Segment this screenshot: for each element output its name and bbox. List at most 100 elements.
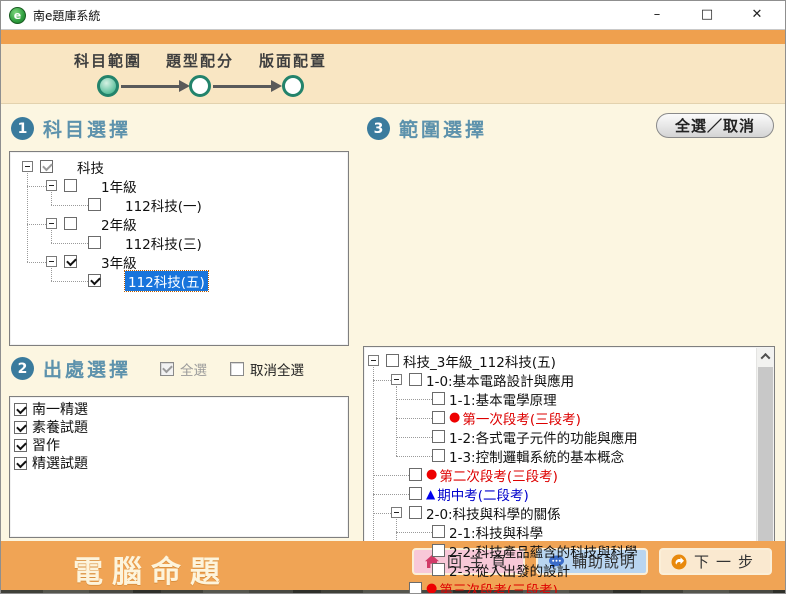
tree-node[interactable]: 科技_3年級_112科技(五) [364, 351, 774, 370]
checkbox[interactable] [432, 411, 445, 424]
minimize-button[interactable]: – [649, 1, 665, 29]
checkbox[interactable] [409, 582, 422, 594]
tree-node[interactable]: ●第三次段考(三段考) [364, 579, 774, 594]
checkbox[interactable] [432, 430, 445, 443]
tree-node-label[interactable]: 112科技(五) [125, 271, 208, 291]
close-button[interactable]: ✕ [749, 1, 765, 29]
checkbox[interactable] [409, 373, 422, 386]
checkbox[interactable] [88, 198, 101, 211]
checkbox[interactable] [432, 544, 445, 557]
tree-node-label[interactable]: 科技 [77, 157, 104, 177]
select-all-checkbox[interactable] [160, 362, 174, 376]
source-label[interactable]: 南一精選 [32, 399, 88, 419]
select-all-toggle-button[interactable]: 全選／取消 [656, 113, 774, 138]
subject-select-title: 科目選擇 [43, 115, 131, 142]
tree-node[interactable]: 2-3:從人出發的設計 [364, 560, 774, 579]
checkbox[interactable] [14, 457, 27, 470]
source-label[interactable]: 習作 [32, 435, 60, 455]
tree-node[interactable]: 1-0:基本電路設計與應用 [364, 370, 774, 389]
main-area: 1 科目選擇 科技1年級112科技(一)2年級112科技(三)3年級112科技(… [1, 104, 785, 541]
checkbox[interactable] [409, 506, 422, 519]
tree-node[interactable]: 112科技(五) [10, 271, 348, 290]
tree-node-label[interactable]: 2-1:科技與科學 [449, 522, 543, 542]
tree-node-label[interactable]: 112科技(一) [125, 195, 202, 215]
tree-node-label[interactable]: 2-2:科技產品蘊含的科技與科學 [449, 541, 638, 561]
step-circle-3 [282, 75, 304, 97]
collapse-minus-icon[interactable] [391, 507, 402, 518]
checkbox[interactable] [88, 274, 101, 287]
collapse-minus-icon[interactable] [391, 374, 402, 385]
tree-node-label[interactable]: ▲期中考(二段考) [426, 484, 529, 504]
collapse-minus-icon[interactable] [46, 180, 57, 191]
tree-node[interactable]: 科技 [10, 157, 348, 176]
wizard-step-bar: 科目範圍 題型配分 版面配置 [1, 44, 785, 104]
source-list-item[interactable]: 習作 [10, 436, 348, 454]
tree-node-label[interactable]: 1-1:基本電學原理 [449, 389, 557, 409]
checkbox[interactable] [64, 255, 77, 268]
tree-node-label[interactable]: 1-2:各式電子元件的功能與應用 [449, 427, 638, 447]
tree-node-label[interactable]: 1-3:控制邏輯系統的基本概念 [449, 446, 624, 466]
range-select-title: 範圍選擇 [399, 115, 487, 142]
tree-node-label[interactable]: 科技_3年級_112科技(五) [403, 351, 556, 371]
footer-title: 電腦命題 [73, 547, 229, 591]
source-list-item[interactable]: 南一精選 [10, 400, 348, 418]
tree-node[interactable]: 1-3:控制邏輯系統的基本概念 [364, 446, 774, 465]
deselect-all-checkbox[interactable] [230, 362, 244, 376]
tree-node[interactable]: 3年級 [10, 252, 348, 271]
checkbox[interactable] [386, 354, 399, 367]
collapse-minus-icon[interactable] [368, 355, 379, 366]
collapse-minus-icon[interactable] [46, 256, 57, 267]
range-tree[interactable]: 科技_3年級_112科技(五)1-0:基本電路設計與應用1-1:基本電學原理●第… [363, 346, 775, 594]
subject-select-heading: 1 科目選擇 [11, 115, 131, 142]
collapse-minus-icon[interactable] [22, 161, 33, 172]
maximize-button[interactable]: □ [699, 1, 715, 29]
tree-node[interactable]: ▲期中考(二段考) [364, 484, 774, 503]
tree-node-label[interactable]: 3年級 [101, 252, 137, 272]
tree-node-label[interactable]: 1-0:基本電路設計與應用 [426, 370, 574, 390]
tree-node[interactable]: 1-1:基本電學原理 [364, 389, 774, 408]
checkbox[interactable] [432, 563, 445, 576]
checkbox[interactable] [14, 421, 27, 434]
checkbox[interactable] [64, 217, 77, 230]
tree-node[interactable]: ●第二次段考(三段考) [364, 465, 774, 484]
checkbox[interactable] [88, 236, 101, 249]
tree-node-label[interactable]: 2-3:從人出發的設計 [449, 560, 570, 580]
checkbox[interactable] [409, 468, 422, 481]
checkbox[interactable] [14, 403, 27, 416]
tree-node-label[interactable]: 1年級 [101, 176, 137, 196]
tree-node-label[interactable]: ●第一次段考(三段考) [449, 408, 581, 428]
step-label-question-allocation: 題型配分 [155, 50, 245, 71]
tree-node[interactable]: 1-2:各式電子元件的功能與應用 [364, 427, 774, 446]
source-list-item[interactable]: 素養試題 [10, 418, 348, 436]
source-list-item[interactable]: 精選試題 [10, 454, 348, 472]
step-label-layout-config: 版面配置 [248, 50, 338, 71]
source-label[interactable]: 精選試題 [32, 453, 88, 473]
tree-node-label[interactable]: 2年級 [101, 214, 137, 234]
tree-node[interactable]: 2-0:科技與科學的關係 [364, 503, 774, 522]
title-bar: e 南e題庫系統 – □ ✕ [1, 1, 785, 29]
checkbox[interactable] [409, 487, 422, 500]
tree-node[interactable]: 1年級 [10, 176, 348, 195]
collapse-minus-icon[interactable] [46, 218, 57, 229]
checkbox[interactable] [432, 392, 445, 405]
tree-node-label[interactable]: ●第三次段考(三段考) [426, 579, 558, 594]
tree-node-label[interactable]: ●第二次段考(三段考) [426, 465, 558, 485]
tree-node[interactable]: 2年級 [10, 214, 348, 233]
tree-node[interactable]: 2-1:科技與科學 [364, 522, 774, 541]
tree-node[interactable]: 112科技(一) [10, 195, 348, 214]
tree-node[interactable]: ●第一次段考(三段考) [364, 408, 774, 427]
subject-tree[interactable]: 科技1年級112科技(一)2年級112科技(三)3年級112科技(五) [9, 151, 349, 346]
tree-node-label[interactable]: 112科技(三) [125, 233, 202, 253]
source-list[interactable]: 南一精選素養試題習作精選試題 [9, 396, 349, 538]
tree-node[interactable]: 2-2:科技產品蘊含的科技與科學 [364, 541, 774, 560]
checkbox[interactable] [64, 179, 77, 192]
step-arrow-icon [121, 85, 179, 88]
checkbox[interactable] [40, 160, 53, 173]
tree-node-label[interactable]: 2-0:科技與科學的關係 [426, 503, 561, 523]
source-label[interactable]: 素養試題 [32, 417, 88, 437]
checkbox[interactable] [432, 449, 445, 462]
tree-node[interactable]: 112科技(三) [10, 233, 348, 252]
checkbox[interactable] [432, 525, 445, 538]
checkbox[interactable] [14, 439, 27, 452]
window-title: 南e題庫系統 [33, 7, 100, 24]
